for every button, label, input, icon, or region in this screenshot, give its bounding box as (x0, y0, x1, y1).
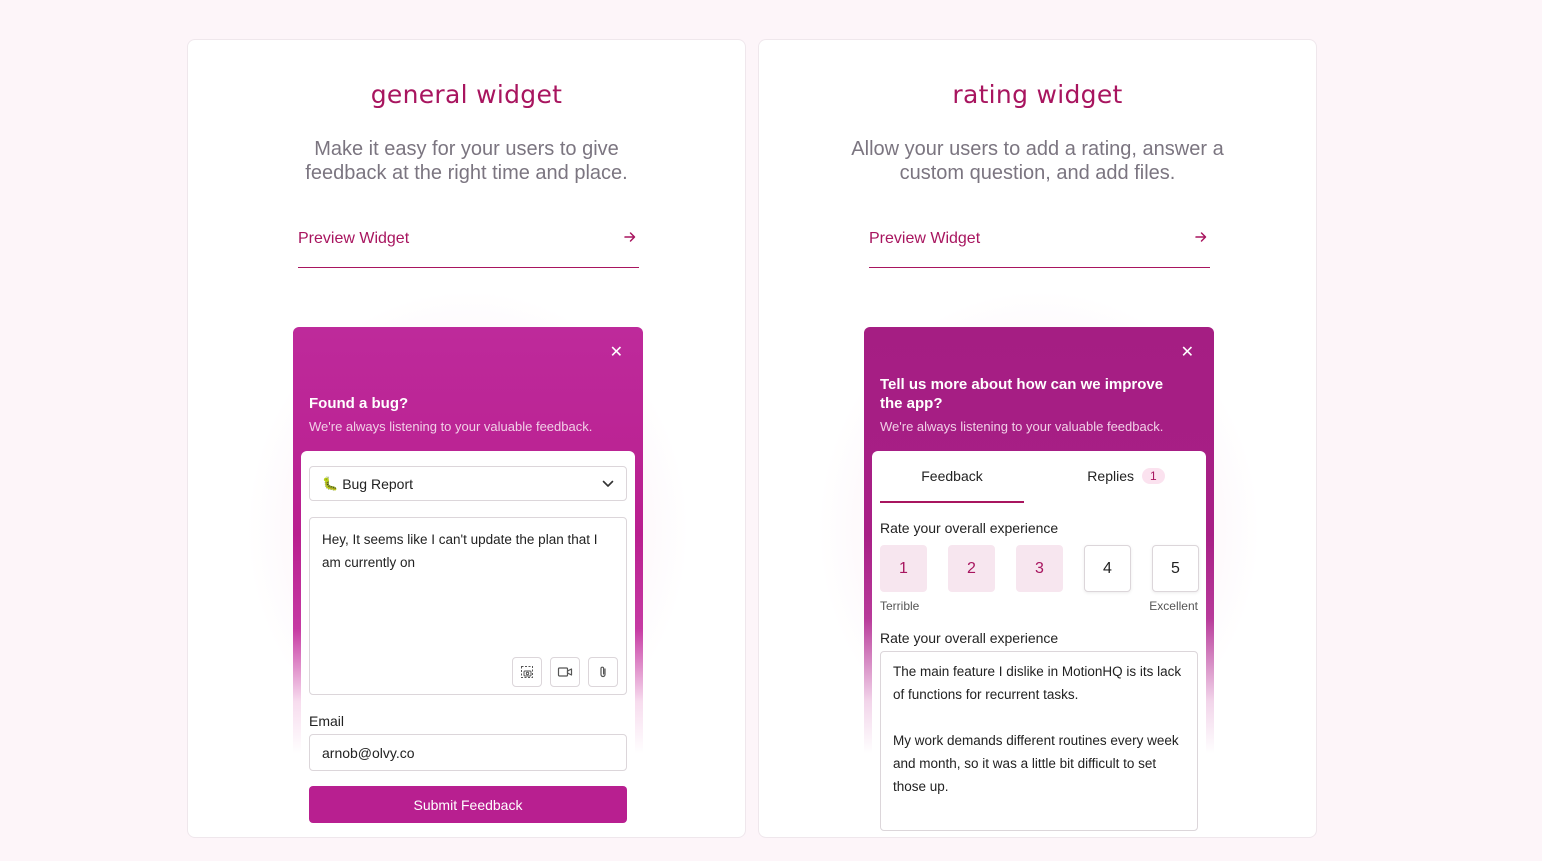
category-select-value: Bug Report (342, 475, 414, 492)
scale-low-label: Terrible (880, 599, 920, 613)
message-textarea[interactable]: Hey, It seems like I can't update the pl… (309, 517, 627, 695)
arrow-right-icon (1194, 230, 1208, 249)
answer-textarea[interactable]: The main feature I dislike in MotionHQ i… (880, 651, 1198, 831)
widget-title: Tell us more about how can we improve th… (880, 376, 1164, 412)
rating-option-2[interactable]: 2 (948, 545, 995, 592)
rating-widget-card: rating widget Allow your users to add a … (758, 39, 1317, 838)
answer-paragraph: The main feature I dislike in MotionHQ i… (893, 664, 1182, 702)
feedback-widget-preview: ✕ Found a bug? We're always listening to… (293, 327, 643, 837)
arrow-right-icon (623, 230, 637, 249)
tab-replies-label: Replies (1087, 468, 1134, 484)
tab-replies[interactable]: Replies 1 (1054, 451, 1198, 501)
preview-widget-link[interactable]: Preview Widget (298, 230, 639, 268)
close-icon[interactable]: ✕ (1181, 343, 1194, 363)
card-description: Make it easy for your users to give feed… (305, 138, 628, 184)
preview-widget-label: Preview Widget (869, 230, 981, 247)
preview-widget-link[interactable]: Preview Widget (869, 230, 1210, 268)
rating-option-5[interactable]: 5 (1152, 545, 1199, 592)
attachment-toolbar (512, 657, 618, 687)
email-field[interactable]: arnob@olvy.co (309, 734, 627, 771)
rating-option-1[interactable]: 1 (880, 545, 927, 592)
message-text: Hey, It seems like I can't update the pl… (322, 532, 598, 570)
widget-form-panel: 🐛 Bug Report Hey, It seems like I can't … (301, 451, 635, 837)
video-record-icon[interactable] (550, 657, 580, 687)
screenshot-icon[interactable] (512, 657, 542, 687)
scale-high-label: Excellent (1149, 599, 1198, 613)
rating-option-3[interactable]: 3 (1016, 545, 1063, 592)
widget-title: Found a bug? (309, 395, 409, 412)
card-title: rating widget (952, 80, 1123, 109)
paperclip-icon[interactable] (588, 657, 618, 687)
email-label: Email (309, 713, 345, 729)
submit-feedback-button[interactable]: Submit Feedback (309, 786, 627, 823)
rating-scale: 1 2 3 4 5 (880, 545, 1199, 593)
card-title: general widget (370, 80, 563, 109)
chevron-down-icon (602, 477, 614, 491)
general-widget-card: general widget Make it easy for your use… (187, 39, 746, 838)
widget-tabs: Feedback Replies 1 (880, 451, 1198, 503)
tab-feedback-label: Feedback (921, 468, 983, 484)
rating-question-label: Rate your overall experience (880, 520, 1059, 536)
close-icon[interactable]: ✕ (610, 343, 623, 363)
widget-form-panel: Feedback Replies 1 Rate your overall exp… (872, 451, 1206, 837)
widget-subtitle: We're always listening to your valuable … (309, 419, 593, 434)
rating-option-4[interactable]: 4 (1084, 545, 1131, 592)
card-description: Allow your users to add a rating, answer… (851, 138, 1224, 184)
category-select[interactable]: 🐛 Bug Report (309, 466, 627, 501)
tab-feedback[interactable]: Feedback (880, 451, 1024, 503)
preview-widget-label: Preview Widget (298, 230, 410, 247)
email-value: arnob@olvy.co (322, 744, 415, 761)
replies-count-badge: 1 (1142, 468, 1165, 484)
bug-icon: 🐛 (322, 475, 339, 491)
widget-subtitle: We're always listening to your valuable … (880, 419, 1164, 434)
custom-question-label: Rate your overall experience (880, 630, 1059, 646)
answer-paragraph: My work demands different routines every… (893, 733, 1179, 794)
rating-widget-preview: ✕ Tell us more about how can we improve … (864, 327, 1214, 837)
